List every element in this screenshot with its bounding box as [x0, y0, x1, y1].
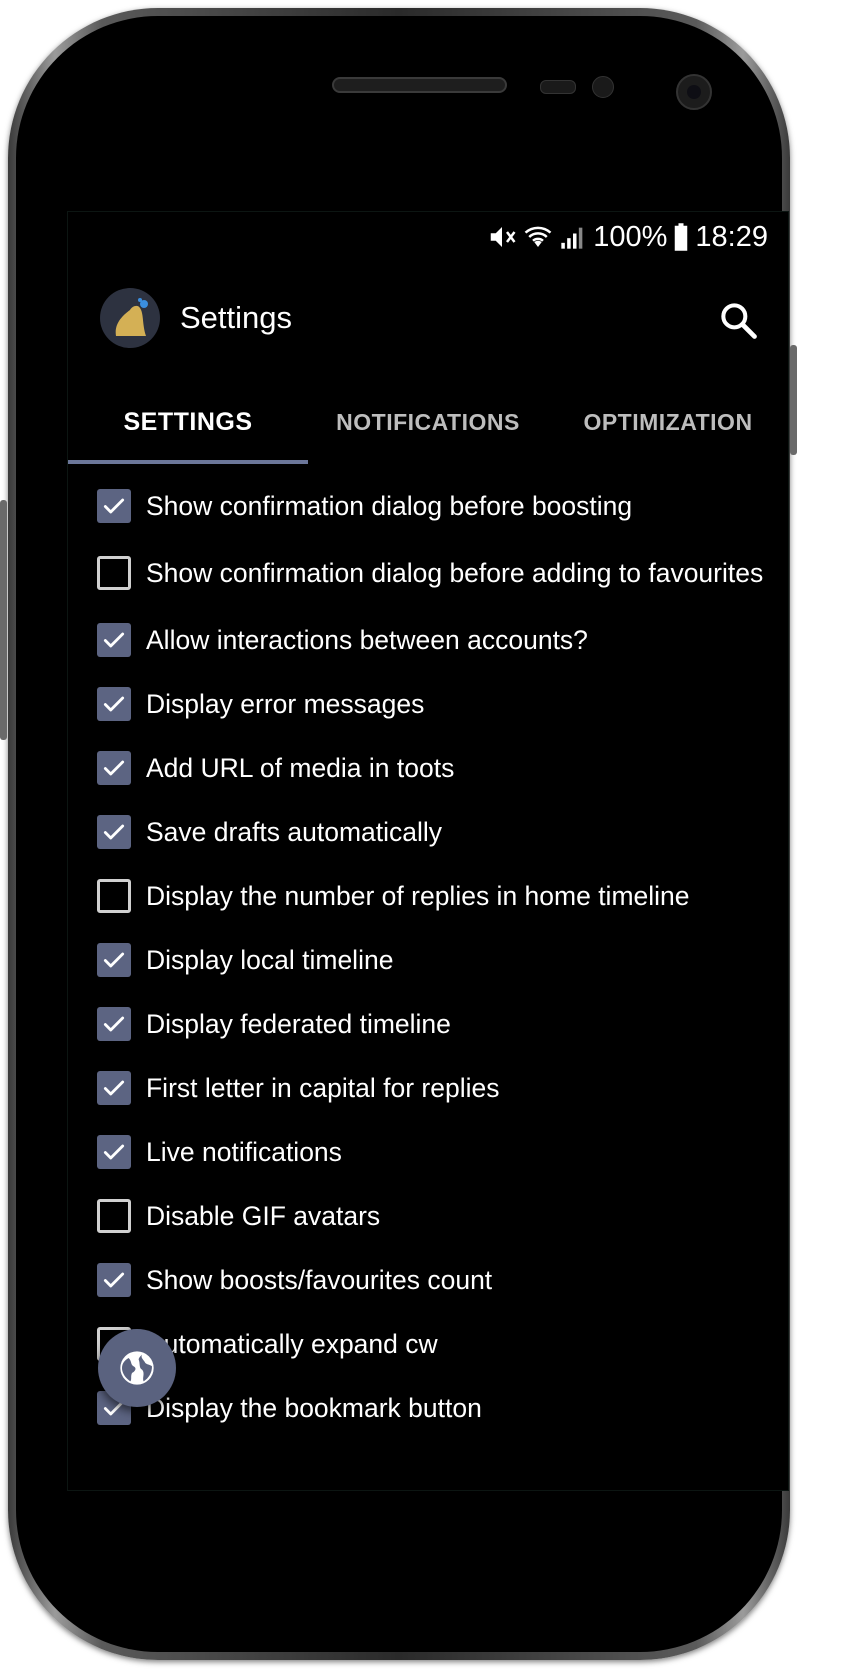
setting-row[interactable]: Show boosts/favourites count	[68, 1248, 788, 1312]
setting-row[interactable]: Disable GIF avatars	[68, 1184, 788, 1248]
checkbox-checked[interactable]	[97, 815, 131, 849]
setting-row[interactable]: Display error messages	[68, 672, 788, 736]
setting-label: Save drafts automatically	[146, 817, 443, 847]
checkbox-unchecked[interactable]	[97, 556, 131, 590]
screen: 100% 18:29 Settings SETTINGS NOTIFICATIO…	[67, 211, 789, 1491]
battery-icon	[675, 223, 688, 251]
checkbox-checked[interactable]	[97, 623, 131, 657]
setting-label: Live notifications	[146, 1137, 342, 1167]
mute-icon	[491, 227, 516, 247]
globe-fab-button[interactable]	[98, 1329, 176, 1407]
setting-row[interactable]: Live notifications	[68, 1120, 788, 1184]
front-camera	[676, 74, 712, 110]
tab-notifications[interactable]: NOTIFICATIONS	[308, 380, 548, 464]
setting-row[interactable]: Allow interactions between accounts?	[68, 608, 788, 672]
setting-row[interactable]: First letter in capital for replies	[68, 1056, 788, 1120]
setting-row[interactable]: Save drafts automatically	[68, 800, 788, 864]
checkbox-checked[interactable]	[97, 751, 131, 785]
checkbox-checked[interactable]	[97, 1135, 131, 1169]
setting-row[interactable]: Display local timeline	[68, 928, 788, 992]
tab-settings[interactable]: SETTINGS	[68, 380, 308, 464]
tab-bar: SETTINGS NOTIFICATIONS OPTIMIZATION	[68, 380, 788, 464]
search-icon[interactable]	[716, 298, 760, 342]
setting-row[interactable]: Automatically expand cw	[68, 1312, 788, 1376]
clock: 18:29	[695, 220, 768, 253]
setting-label: Show confirmation dialog before boosting	[146, 491, 633, 521]
setting-row[interactable]: Display the number of replies in home ti…	[68, 864, 788, 928]
light-sensor	[592, 76, 614, 98]
setting-label: Automatically expand cw	[146, 1329, 438, 1359]
setting-label: Disable GIF avatars	[146, 1201, 381, 1231]
app-bar: Settings	[68, 272, 788, 372]
earpiece-speaker	[332, 77, 507, 93]
power-button	[790, 345, 797, 455]
setting-label: First letter in capital for replies	[146, 1073, 500, 1103]
app-logo-icon	[100, 288, 160, 348]
checkbox-checked[interactable]	[97, 1263, 131, 1297]
setting-row[interactable]: Show confirmation dialog before boosting	[68, 474, 788, 538]
checkbox-checked[interactable]	[97, 489, 131, 523]
setting-label: Show boosts/favourites count	[146, 1265, 493, 1295]
globe-icon	[120, 1351, 154, 1385]
setting-label: Display federated timeline	[146, 1009, 451, 1039]
setting-label: Display error messages	[146, 689, 425, 719]
setting-row[interactable]: Show confirmation dialog before adding t…	[68, 538, 788, 608]
checkbox-unchecked[interactable]	[97, 1199, 131, 1233]
setting-row[interactable]: Display federated timeline	[68, 992, 788, 1056]
setting-label: Show confirmation dialog before adding t…	[146, 558, 764, 588]
proximity-sensor	[540, 80, 576, 94]
volume-button	[0, 500, 7, 740]
setting-label: Display the number of replies in home ti…	[146, 881, 690, 911]
wifi-icon	[524, 226, 552, 247]
setting-row[interactable]: Add URL of media in toots	[68, 736, 788, 800]
tab-optimization[interactable]: OPTIMIZATION	[548, 380, 788, 464]
checkbox-checked[interactable]	[97, 943, 131, 977]
setting-label: Display local timeline	[146, 945, 394, 975]
battery-percent: 100%	[593, 220, 668, 253]
checkbox-checked[interactable]	[97, 687, 131, 721]
checkbox-checked[interactable]	[97, 1007, 131, 1041]
settings-list: Show confirmation dialog before boosting…	[68, 474, 788, 1440]
checkbox-checked[interactable]	[97, 1071, 131, 1105]
setting-label: Display the bookmark button	[146, 1393, 482, 1423]
checkbox-unchecked[interactable]	[97, 879, 131, 913]
setting-row[interactable]: Display the bookmark button	[68, 1376, 788, 1440]
setting-label: Allow interactions between accounts?	[146, 625, 588, 655]
setting-label: Add URL of media in toots	[146, 753, 455, 783]
signal-icon	[561, 227, 583, 249]
status-bar: 100% 18:29	[68, 212, 788, 262]
page-title: Settings	[180, 300, 293, 335]
